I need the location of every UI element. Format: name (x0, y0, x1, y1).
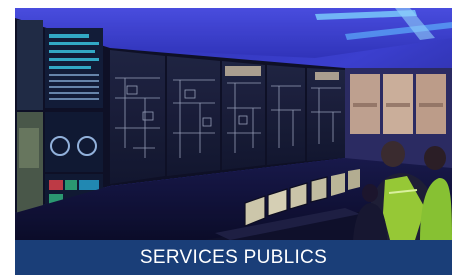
control-room-photo (15, 8, 452, 240)
caption-bar[interactable]: SERVICES PUBLICS (15, 240, 452, 275)
caption-text: SERVICES PUBLICS (139, 246, 328, 268)
service-card[interactable]: SERVICES PUBLICS (15, 8, 452, 275)
